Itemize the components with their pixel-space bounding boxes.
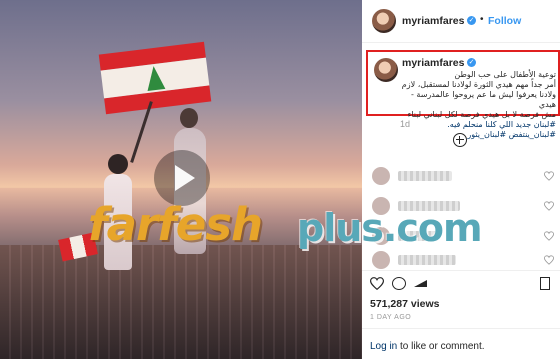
caption-line: أمر جداً مهم هيدي الثورة لولادنا لمستقبل…: [401, 80, 556, 89]
action-bar: [362, 270, 560, 295]
caption-line: مش فرصة لا بل هيدي فرصة لكل لبناني لبناء: [407, 110, 556, 119]
comment-icon[interactable]: [392, 277, 406, 290]
blurred-comment: [398, 171, 452, 181]
verified-icon: ✓: [467, 16, 476, 25]
login-link[interactable]: Log in: [370, 341, 397, 352]
view-count[interactable]: 571,287 views: [370, 298, 439, 310]
verified-icon: ✓: [467, 58, 476, 67]
heart-icon[interactable]: [544, 171, 554, 181]
post-header: myriamfares ✓ • Follow: [362, 0, 560, 43]
caption-hashtags[interactable]: #لبنان جديد اللي كلنا منحلم فيه. #لبنان_…: [400, 120, 556, 140]
heart-icon[interactable]: [544, 231, 554, 241]
caption-text: توعية الأطفال على حب الوطن أمر جداً مهم …: [400, 70, 556, 140]
separator-dot: •: [480, 14, 484, 25]
deck-shading: [0, 245, 362, 359]
commenter-avatar[interactable]: [372, 251, 390, 269]
add-comment-icon[interactable]: [453, 133, 467, 147]
caption-username[interactable]: myriamfares: [402, 57, 464, 69]
comment-item: [362, 163, 560, 191]
post-video[interactable]: farfesh: [0, 0, 362, 359]
caption-line: توعية الأطفال على حب الوطن: [454, 70, 556, 79]
watermark-left: farfesh: [88, 198, 263, 251]
play-icon: [175, 165, 195, 191]
follow-button[interactable]: Follow: [488, 15, 521, 27]
share-icon[interactable]: [414, 280, 427, 287]
commenter-avatar[interactable]: [372, 167, 390, 185]
post-sidebar: myriamfares ✓ • Follow myriamfares ✓ توع…: [362, 0, 560, 359]
lebanon-flag: [98, 41, 212, 115]
heart-icon[interactable]: [544, 255, 554, 265]
heart-icon[interactable]: [544, 201, 554, 211]
caption-avatar[interactable]: [374, 58, 398, 82]
time-ago[interactable]: 1d: [400, 119, 410, 129]
avatar[interactable]: [372, 9, 396, 33]
watermark-right: plus.com: [297, 206, 483, 250]
username-link[interactable]: myriamfares: [402, 15, 464, 27]
caption-highlight: myriamfares ✓ توعية الأطفال على حب الوطن…: [366, 50, 560, 139]
blurred-comment: [398, 255, 456, 265]
login-rest-text: to like or comment.: [397, 341, 485, 352]
login-prompt: Log in to like or comment.: [362, 328, 560, 360]
heart-icon[interactable]: [370, 277, 384, 290]
caption-line: ولادنا يعرفوا ليش ما عم يروحوا عالمدرسة …: [410, 90, 556, 109]
bookmark-icon[interactable]: [540, 277, 550, 290]
post-date: 1 DAY AGO: [370, 314, 412, 321]
